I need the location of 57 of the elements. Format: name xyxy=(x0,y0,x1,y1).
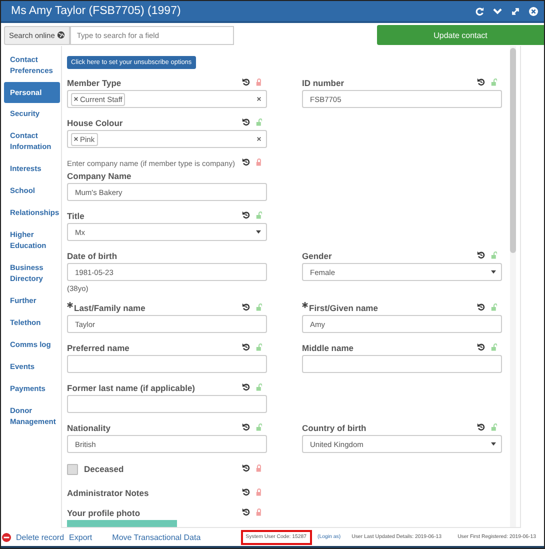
history-icon[interactable] xyxy=(242,343,250,351)
history-icon[interactable] xyxy=(477,78,485,86)
footer-link[interactable]: Export xyxy=(69,532,92,542)
history-icon[interactable] xyxy=(477,251,485,259)
remove-icon[interactable] xyxy=(74,137,78,141)
history-icon[interactable] xyxy=(242,383,250,391)
clear-icon[interactable] xyxy=(257,97,261,101)
delete-icon[interactable] xyxy=(2,532,11,542)
close-icon[interactable] xyxy=(529,6,538,16)
field-label: Administrator Notes xyxy=(67,488,149,498)
remove-icon[interactable] xyxy=(74,97,78,101)
history-icon[interactable] xyxy=(477,343,485,351)
scrollbar[interactable] xyxy=(510,46,516,527)
field-label: ID number xyxy=(302,78,344,88)
field-label: Former last name (if applicable) xyxy=(67,383,196,393)
field-label: Last/Family name xyxy=(74,303,146,313)
history-icon[interactable] xyxy=(242,78,250,86)
history-icon[interactable] xyxy=(242,488,250,496)
checkbox[interactable] xyxy=(67,464,78,474)
history-icon[interactable] xyxy=(477,303,485,311)
footer-link[interactable]: Delete record xyxy=(16,532,64,542)
refresh-icon[interactable] xyxy=(475,6,484,16)
field-label: Preferred name xyxy=(67,343,130,353)
window-title: Ms Amy Taylor (FSB7705) (1997) xyxy=(11,5,182,17)
history-icon[interactable] xyxy=(477,423,485,431)
input-field[interactable] xyxy=(302,355,502,373)
history-icon[interactable] xyxy=(242,118,250,126)
field-label: First/Given name xyxy=(309,303,378,313)
field-label: Deceased xyxy=(84,464,124,474)
history-icon[interactable] xyxy=(242,423,250,431)
input-field[interactable] xyxy=(67,355,267,373)
field-label: Date of birth xyxy=(67,251,118,261)
globe-icon xyxy=(56,31,65,39)
field-label: Your profile photo xyxy=(67,508,140,518)
chevron-down-icon[interactable] xyxy=(493,8,502,14)
expand-icon[interactable] xyxy=(511,6,520,16)
caret-icon xyxy=(256,230,261,234)
history-icon[interactable] xyxy=(242,158,250,166)
caret-icon xyxy=(491,442,496,446)
clear-icon[interactable] xyxy=(257,137,261,141)
update-contact-button[interactable]: Update contact xyxy=(377,25,544,45)
history-icon[interactable] xyxy=(242,303,250,311)
input-field[interactable] xyxy=(67,395,267,413)
history-icon[interactable] xyxy=(242,508,250,516)
field-label: Middle name xyxy=(302,343,354,353)
footer-link[interactable]: Move Transactional Data xyxy=(112,532,201,542)
field-label: Gender xyxy=(302,251,332,261)
scrollbar-thumb[interactable] xyxy=(510,48,516,253)
field-label: Company Name xyxy=(67,171,132,181)
history-icon[interactable] xyxy=(242,464,250,472)
caret-icon xyxy=(491,270,496,274)
field-label: Title xyxy=(67,211,84,221)
field-label: Nationality xyxy=(67,423,110,433)
field-label: Member Type xyxy=(67,78,122,88)
history-icon[interactable] xyxy=(242,211,250,219)
field-label: House Colour xyxy=(67,118,123,128)
field-label: Country of birth xyxy=(302,423,366,433)
